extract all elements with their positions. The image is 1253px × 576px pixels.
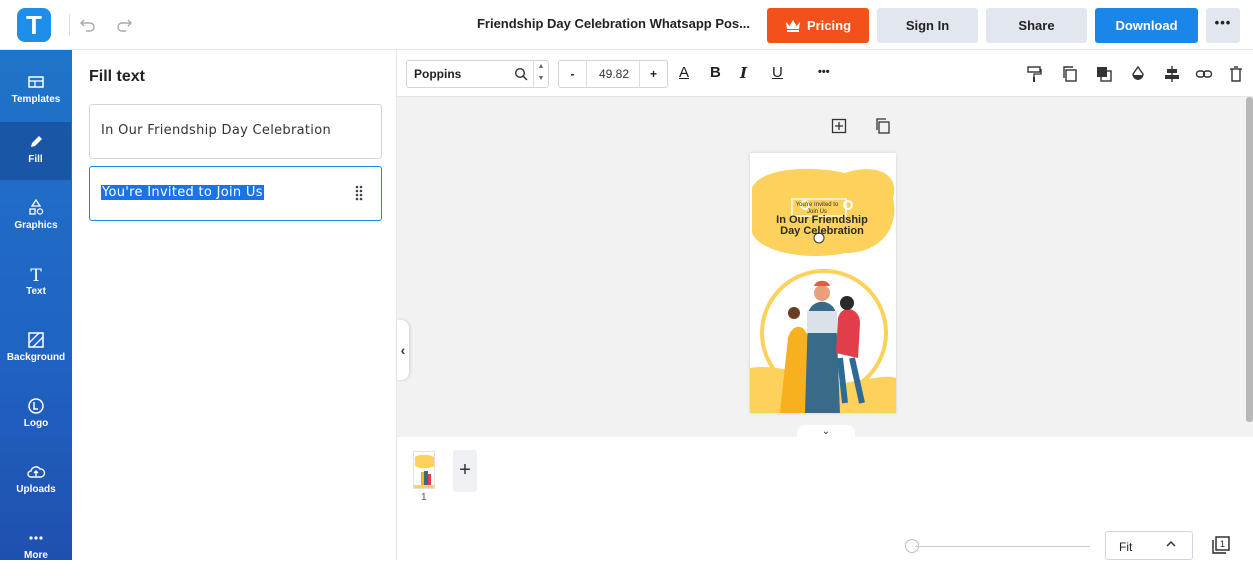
redo-icon[interactable] [114,15,134,35]
collapse-panel-button[interactable]: ‹ [397,320,409,380]
pricing-button[interactable]: Pricing [767,8,869,43]
font-name: Poppins [414,67,462,81]
left-sidebar: Templates Fill Graphics T Text Backgroun… [0,50,72,561]
fill-text-value: In Our Friendship Day Celebration [101,123,331,138]
duplicate-icon[interactable] [1061,65,1079,83]
opacity-icon[interactable] [1129,65,1147,83]
pages-strip: 1 + Fit 1 [397,437,1253,560]
poster-artwork [750,168,896,413]
duplicate-page-icon[interactable] [875,118,891,134]
zoom-slider-track[interactable] [915,546,1090,547]
page-grid-icon[interactable]: 1 [1211,535,1231,555]
add-page-button[interactable]: + [453,450,477,492]
top-bar: T Friendship Day Celebration Whatsapp Po… [0,0,1253,50]
vertical-scrollbar[interactable] [1246,97,1253,422]
underline-button[interactable]: U [772,64,783,81]
chevron-up-icon [1166,540,1176,547]
app-logo[interactable]: T [17,8,51,42]
pricing-label: Pricing [806,18,852,33]
font-size-increase-button[interactable]: + [639,61,667,87]
crown-icon [785,20,800,32]
divider [69,14,70,36]
poster-heading-text[interactable]: In Our Friendship Day Celebration [772,215,872,237]
more-options-button[interactable]: ••• [1206,8,1240,43]
sidebar-item-label: Logo [23,418,49,429]
sign-in-button[interactable]: Sign In [877,8,978,43]
sidebar-item-background[interactable]: Background [0,320,72,378]
sidebar-item-label: Text [26,286,46,297]
paint-roller-icon[interactable] [1025,65,1043,83]
text-color-button[interactable]: A [679,64,689,81]
search-icon [514,67,528,81]
zoom-select[interactable]: Fit [1105,531,1193,560]
page-number: 1 [421,492,427,503]
font-size-decrease-button[interactable]: - [559,61,587,87]
zoom-value: Fit [1119,540,1133,554]
sidebar-item-label: Uploads [16,484,56,495]
font-size-value[interactable]: 49.82 [587,61,641,87]
fill-text-value: You're Invited to Join Us [101,185,264,200]
templates-icon [28,76,44,88]
sidebar-item-uploads[interactable]: Uploads [0,452,72,510]
svg-text:T: T [30,266,42,284]
panel-title: Fill text [89,68,146,85]
sidebar-item-label: More [24,550,48,561]
pencil-icon [30,136,42,147]
fill-text-field[interactable]: In Our Friendship Day Celebration [89,104,382,159]
add-element-icon[interactable] [831,118,847,134]
link-icon[interactable] [1195,65,1213,83]
shapes-icon [29,198,44,215]
download-button[interactable]: Download [1095,8,1198,43]
design-poster[interactable]: You're Invited to Join Us In Our Friends… [750,153,896,413]
font-family-select[interactable]: Poppins ▲ ▼ [406,60,549,88]
text-icon: T [30,266,42,284]
background-icon [28,332,44,348]
sidebar-item-logo[interactable]: Logo [0,386,72,444]
trash-icon[interactable] [1227,65,1245,83]
more-icon [29,536,43,540]
more-format-options-button[interactable]: ••• [818,66,830,78]
font-size-stepper[interactable]: - 49.82 + [558,60,668,88]
sidebar-item-label: Graphics [14,220,58,231]
drag-handle-icon[interactable] [355,185,363,201]
align-icon[interactable] [1163,65,1181,83]
fill-panel: Fill text In Our Friendship Day Celebrat… [72,50,397,560]
undo-icon[interactable] [78,15,98,35]
sidebar-item-templates[interactable]: Templates [0,62,72,120]
share-button[interactable]: Share [986,8,1087,43]
italic-button[interactable]: I [740,64,747,82]
upload-icon [27,466,46,478]
bold-button[interactable]: B [710,64,721,81]
sidebar-item-label: Fill [28,154,43,165]
sidebar-item-graphics[interactable]: Graphics [0,188,72,246]
document-title[interactable]: Friendship Day Celebration Whatsapp Pos.… [460,16,750,31]
font-spinner[interactable]: ▲ ▼ [533,61,548,87]
sidebar-item-fill[interactable]: Fill [0,122,71,180]
logo-icon [28,398,44,414]
sidebar-item-text[interactable]: T Text [0,254,72,312]
sidebar-item-label: Templates [11,94,61,105]
sidebar-item-label: Background [6,352,66,363]
svg-text:1: 1 [1220,539,1225,549]
fill-text-field-selected[interactable]: You're Invited to Join Us [89,166,382,221]
layer-order-icon[interactable] [1095,65,1113,83]
page-thumbnail-image [414,452,434,488]
sidebar-item-more[interactable]: More [0,518,72,576]
format-toolbar: Poppins ▲ ▼ - 49.82 + A B I U ••• [397,50,1253,97]
page-thumbnail[interactable] [413,451,435,489]
